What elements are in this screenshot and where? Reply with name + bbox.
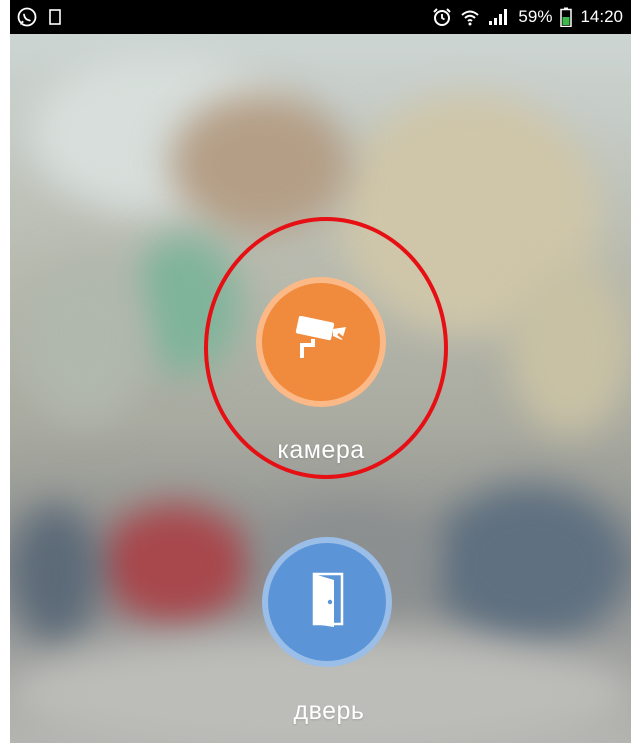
- door-button[interactable]: [262, 537, 392, 667]
- status-bar-left: [16, 6, 62, 28]
- security-camera-icon: [289, 315, 353, 369]
- door-label: дверь: [293, 697, 365, 725]
- alarm-icon: [432, 7, 452, 27]
- notification-square-icon: [48, 8, 62, 26]
- wifi-icon: [460, 8, 480, 26]
- battery-percent: 59%: [518, 7, 553, 26]
- phone-screen: 59% 14:20 камера дверь: [10, 0, 631, 743]
- clock: 14:20: [580, 7, 623, 26]
- signal-icon: [488, 8, 510, 26]
- battery-icon: [560, 7, 573, 27]
- door-icon: [305, 571, 349, 634]
- camera-label: камера: [277, 436, 365, 464]
- camera-button[interactable]: [256, 277, 386, 407]
- status-bar-right: 59% 14:20: [432, 0, 623, 34]
- whatsapp-icon: [16, 6, 38, 28]
- status-bar: 59% 14:20: [10, 0, 631, 34]
